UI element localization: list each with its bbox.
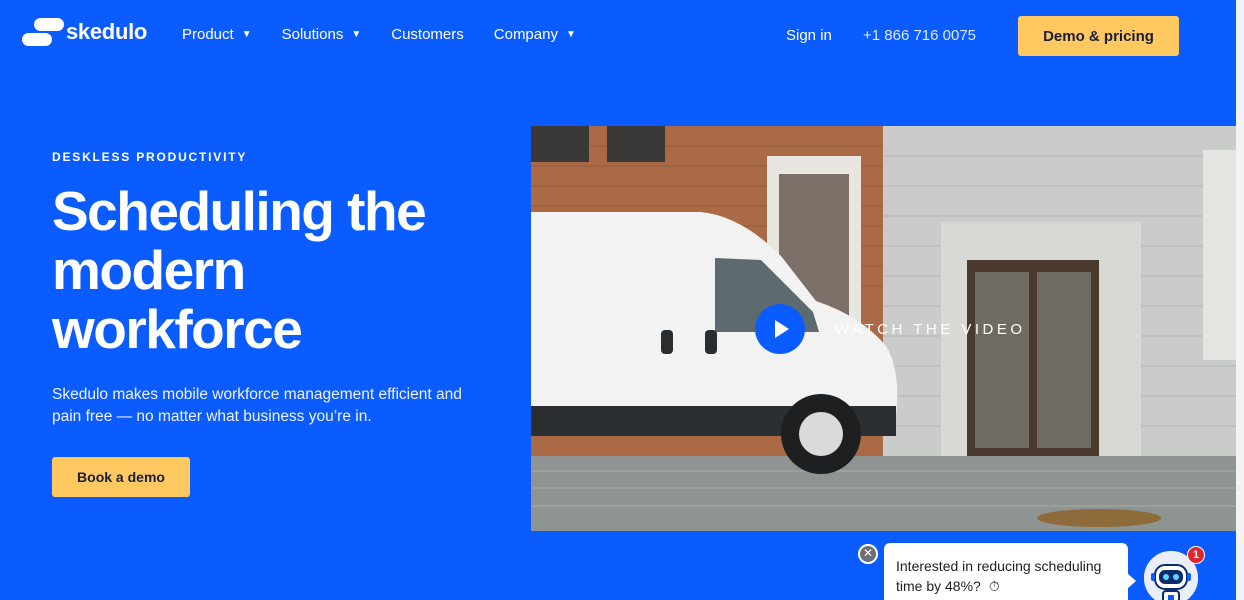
nav-item-label: Customers — [391, 26, 464, 43]
demo-pricing-button[interactable]: Demo & pricing — [1018, 16, 1179, 56]
nav-item-label: Solutions — [281, 26, 344, 43]
sign-in-link[interactable]: Sign in — [786, 27, 832, 44]
nav-item-product[interactable]: Product ▼ — [182, 26, 252, 43]
hero-description: Skedulo makes mobile workforce managemen… — [52, 386, 462, 425]
nav-item-label: Product — [182, 26, 234, 43]
caret-down-icon: ▼ — [351, 29, 362, 40]
play-icon — [775, 320, 789, 338]
caret-down-icon: ▼ — [565, 29, 576, 40]
nav-item-solutions[interactable]: Solutions ▼ — [282, 26, 362, 43]
caret-down-icon: ▼ — [241, 29, 252, 40]
skedulo-logo[interactable]: skedulo — [22, 16, 147, 48]
chat-bubble-tail — [1127, 573, 1136, 589]
hero-eyebrow: DESKLESS PRODUCTIVITY — [52, 150, 248, 164]
notification-badge: 1 — [1187, 546, 1205, 564]
top-nav: skedulo Product ▼ Solutions ▼ Customers … — [0, 0, 1244, 72]
watch-video-label[interactable]: WATCH THE VIDEO — [835, 321, 1026, 338]
logo-mark-icon — [22, 16, 64, 48]
nav-item-label: Company — [493, 26, 558, 43]
logo-text: skedulo — [66, 19, 148, 44]
play-video-button[interactable] — [755, 304, 805, 354]
book-demo-button[interactable]: Book a demo — [52, 457, 190, 497]
phone-link[interactable]: +1 866 716 0075 — [863, 27, 976, 44]
chat-message-bubble[interactable]: Interested in reducing scheduling time b… — [884, 543, 1136, 600]
page-scrollbar[interactable] — [1236, 0, 1244, 600]
hero-video[interactable]: WATCH THE VIDEO — [531, 126, 1236, 531]
stopwatch-icon: ⏱ — [988, 578, 1000, 594]
nav-links: Product ▼ Solutions ▼ Customers Company … — [182, 26, 606, 43]
chat-close-button[interactable]: ✕ — [858, 544, 878, 564]
nav-item-company[interactable]: Company ▼ — [494, 26, 576, 43]
nav-item-customers[interactable]: Customers — [391, 26, 464, 43]
hero-headline: Scheduling the modern workforce — [52, 180, 427, 360]
